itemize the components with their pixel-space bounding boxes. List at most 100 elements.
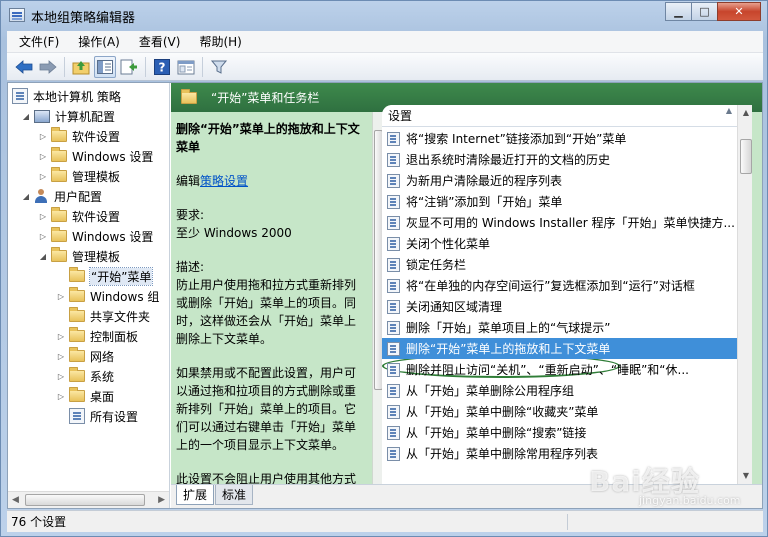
description-paragraph: 如果禁用或不配置此设置，用户可以通过拖和拉项目的方式删除或重新排列「开始」菜单上… [176, 366, 357, 452]
scroll-down-icon[interactable]: ▼ [738, 468, 752, 484]
menu-file[interactable]: 文件(F) [7, 33, 66, 50]
setting-row[interactable]: 从「开始」菜单中删除“搜索”链接 [382, 422, 738, 443]
list-vertical-scrollbar[interactable]: ▲ ▼ [737, 105, 752, 484]
setting-row[interactable]: 锁定任务栏 [382, 254, 738, 275]
setting-row[interactable]: 从「开始」菜单中删除“收藏夹”菜单 [382, 401, 738, 422]
setting-row[interactable]: 将“在单独的内存空间运行”复选框添加到“运行”对话框 [382, 275, 738, 296]
policy-title: 删除“开始”菜单上的拖放和上下文菜单 [176, 122, 360, 154]
tree-item-computer-config[interactable]: ◢ 计算机配置 [21, 106, 115, 126]
policy-setting-icon [387, 299, 400, 314]
menu-help[interactable]: 帮助(H) [187, 33, 248, 50]
tab-standard[interactable]: 标准 [215, 485, 254, 505]
policy-setting-icon [387, 131, 400, 146]
tree-item-control-panel[interactable]: ▷ 控制面板 [56, 326, 138, 346]
tree-horizontal-scrollbar[interactable]: ◀ ▶ [8, 491, 169, 508]
forward-arrow-icon[interactable] [37, 56, 59, 78]
setting-row-label: 删除「开始」菜单项目上的“气球提示” [406, 321, 611, 335]
setting-row[interactable]: 关闭个性化菜单 [382, 233, 738, 254]
collapse-arrow-icon[interactable]: ◢ [38, 252, 48, 261]
setting-row[interactable]: 为新用户清除最近的程序列表 [382, 170, 738, 191]
setting-row-label: 从「开始」菜单删除公用程序组 [406, 384, 575, 398]
settings-list: 设置 ▲ 将“搜索 Internet”链接添加到“开始”菜单 退出系统时清除最近打… [382, 105, 752, 484]
policy-setting-icon [387, 341, 400, 356]
expand-arrow-icon[interactable]: ▷ [56, 392, 66, 401]
expand-arrow-icon[interactable]: ▷ [38, 172, 48, 181]
export-list-icon[interactable] [118, 56, 140, 78]
setting-row[interactable]: 删除「开始」菜单项目上的“气球提示” [382, 317, 738, 338]
setting-row[interactable]: 从「开始」菜单中删除常用程序列表 [382, 443, 738, 464]
setting-row[interactable]: 灰显不可用的 Windows Installer 程序「开始」菜单快捷方... [382, 212, 738, 233]
expand-arrow-icon[interactable]: ▷ [56, 332, 66, 341]
tree-item-windows-settings[interactable]: ▷ Windows 设置 [38, 146, 153, 166]
tab-extended[interactable]: 扩展 [176, 485, 215, 505]
expand-arrow-icon[interactable]: ▷ [56, 352, 66, 361]
folder-icon [51, 227, 67, 242]
maximize-button[interactable]: □ [691, 2, 718, 21]
policy-setting-icon [387, 425, 400, 440]
scroll-left-icon[interactable]: ◀ [12, 495, 19, 505]
policy-icon [12, 88, 28, 104]
tree-item-label: 系统 [90, 369, 115, 384]
up-folder-icon[interactable] [70, 56, 92, 78]
setting-row[interactable]: 退出系统时清除最近打开的文档的历史 [382, 149, 738, 170]
back-arrow-icon[interactable] [13, 56, 35, 78]
expand-arrow-icon[interactable]: ▷ [38, 212, 48, 221]
setting-row[interactable]: 关闭通知区域清理 [382, 296, 738, 317]
properties-icon[interactable] [175, 56, 197, 78]
tree-item-windows-components[interactable]: ▷ Windows 组 [56, 286, 159, 306]
details-panel: “开始”菜单和任务栏 删除“开始”菜单上的拖放和上下文菜单 编辑策略设置 要求:… [171, 83, 762, 508]
menu-view[interactable]: 查看(V) [127, 33, 188, 50]
scrollbar-thumb[interactable] [25, 494, 145, 506]
tree-item-desktop[interactable]: ▷ 桌面 [56, 386, 114, 406]
scroll-right-icon[interactable]: ▶ [158, 495, 165, 505]
toolbar-separator [145, 56, 146, 77]
status-bar: 76 个设置 [7, 510, 763, 532]
expand-arrow-icon[interactable]: ▷ [38, 232, 48, 241]
setting-row[interactable]: 将“搜索 Internet”链接添加到“开始”菜单 [382, 128, 738, 149]
title-bar[interactable]: 本地组策略编辑器 ▁ □ ✕ [1, 1, 767, 29]
expand-arrow-icon[interactable]: ▷ [56, 372, 66, 381]
edit-policy-link[interactable]: 策略设置 [200, 174, 248, 188]
scrollbar-thumb[interactable] [740, 139, 752, 174]
collapse-arrow-icon[interactable]: ◢ [21, 112, 31, 121]
requirement-label: 要求: [176, 208, 205, 222]
tree-item-all-settings[interactable]: 所有设置 [69, 406, 138, 426]
tree-item-software-settings[interactable]: ▷ 软件设置 [38, 126, 120, 146]
tree-item-shared-folders[interactable]: 共享文件夹 [69, 306, 150, 326]
tree-item-user-config[interactable]: ◢ 用户配置 [21, 186, 102, 206]
expand-arrow-icon[interactable]: ▷ [38, 152, 48, 161]
tree-item-label: 控制面板 [90, 329, 139, 344]
policy-setting-icon [387, 446, 400, 461]
tree-item-system[interactable]: ▷ 系统 [56, 366, 114, 386]
menu-action[interactable]: 操作(A) [66, 33, 127, 50]
sort-caret-icon: ▲ [725, 106, 732, 115]
tree-item-network[interactable]: ▷ 网络 [56, 346, 114, 366]
policy-setting-icon [387, 215, 400, 230]
help-icon[interactable]: ? [151, 56, 173, 78]
setting-row[interactable]: 删除“开始”菜单上的拖放和上下文菜单 [382, 338, 738, 359]
tree-item-software-settings[interactable]: ▷ 软件设置 [38, 206, 120, 226]
close-button[interactable]: ✕ [717, 2, 761, 21]
filter-icon[interactable] [208, 56, 230, 78]
column-header-setting[interactable]: 设置 ▲ [382, 105, 738, 127]
expand-arrow-icon[interactable]: ▷ [56, 292, 66, 301]
expand-arrow-icon[interactable]: ▷ [38, 132, 48, 141]
view-tabs: 扩展 标准 [171, 484, 762, 508]
tree-item-local-policy[interactable]: 本地计算机 策略 [12, 86, 121, 106]
setting-row[interactable]: 从「开始」菜单删除公用程序组 [382, 380, 738, 401]
folder-icon [69, 287, 85, 302]
minimize-button[interactable]: ▁ [665, 2, 692, 21]
tree-item-admin-templates[interactable]: ◢ 管理模板 [38, 246, 120, 266]
tree-item-label: 管理模板 [72, 249, 121, 264]
show-hide-tree-icon[interactable] [94, 55, 116, 78]
requirement-value: 至少 Windows 2000 [176, 226, 292, 240]
tree-item-admin-templates[interactable]: ▷ 管理模板 [38, 166, 120, 186]
setting-row[interactable]: 删除并阻止访问“关机”、“重新启动”、“睡眠”和“休... [382, 359, 738, 380]
tree-item-windows-settings[interactable]: ▷ Windows 设置 [38, 226, 153, 246]
tree-item-start-menu[interactable]: “开始”菜单 [69, 266, 154, 286]
setting-row-label: 将“在单独的内存空间运行”复选框添加到“运行”对话框 [406, 279, 695, 293]
tree-item-label: 计算机配置 [55, 109, 116, 124]
scroll-up-icon[interactable]: ▲ [738, 105, 752, 121]
collapse-arrow-icon[interactable]: ◢ [21, 192, 31, 201]
setting-row[interactable]: 将“注销”添加到「开始」菜单 [382, 191, 738, 212]
